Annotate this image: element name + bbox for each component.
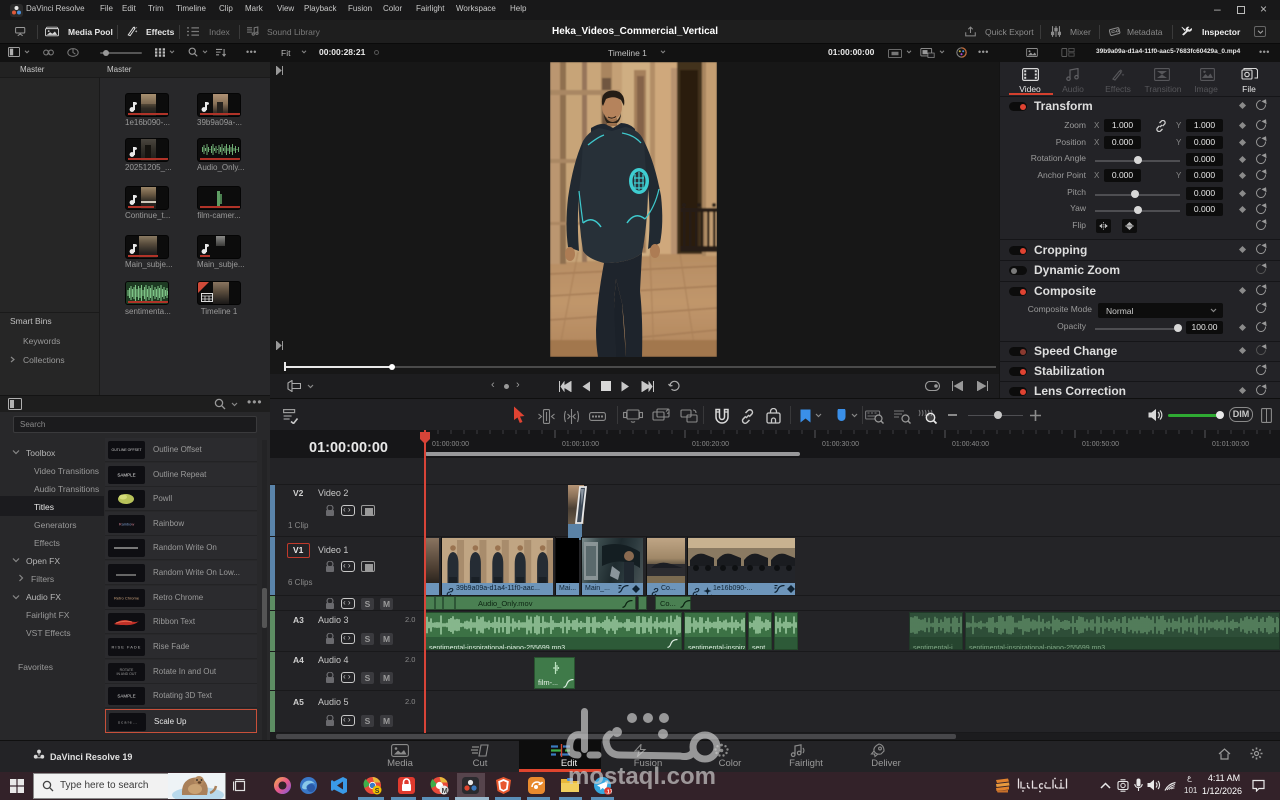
svg-text:S: S	[375, 788, 380, 795]
svg-text:.17: .17	[605, 789, 612, 795]
svg-text:mostaql.com: mostaql.com	[568, 763, 716, 790]
svg-text:M: M	[442, 786, 448, 795]
